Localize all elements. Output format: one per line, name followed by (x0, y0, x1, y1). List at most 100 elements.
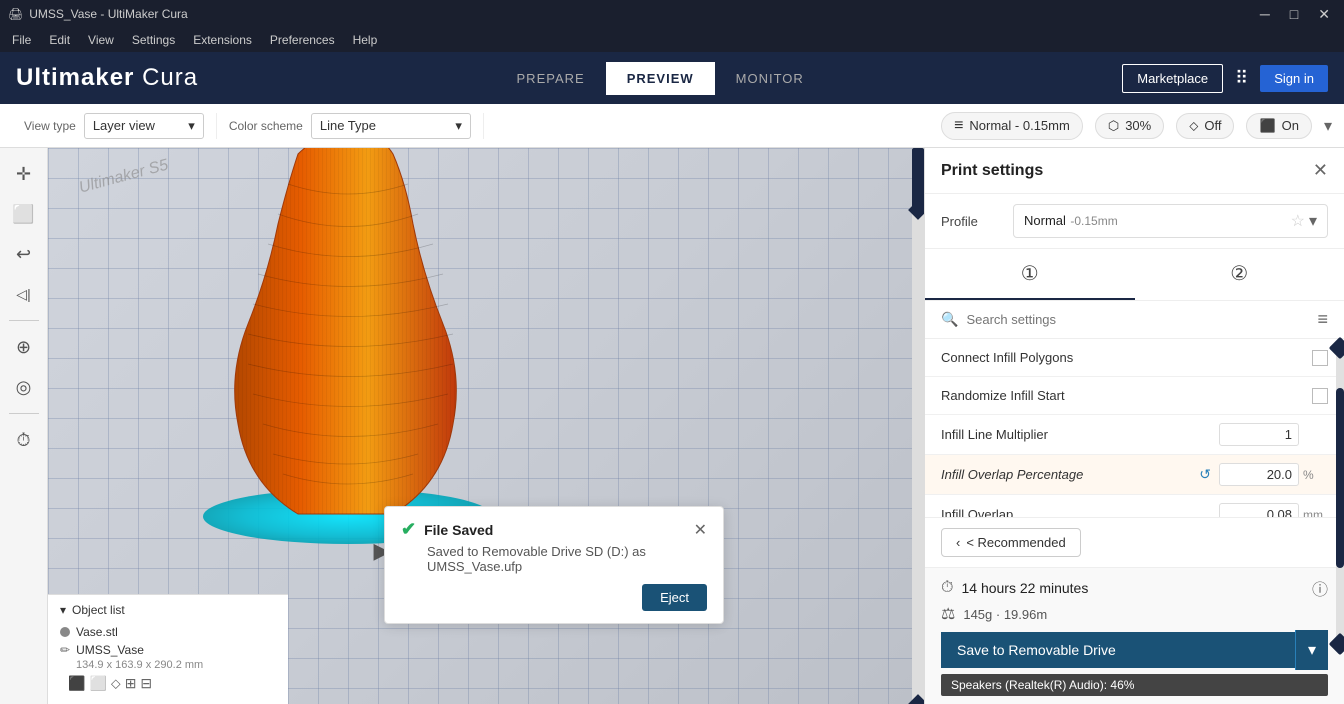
tab-preview[interactable]: PREVIEW (606, 62, 715, 95)
save-to-drive-button[interactable]: Save to Removable Drive (941, 632, 1295, 668)
view-button[interactable]: ◎ (6, 369, 42, 405)
file-saved-notification: ✔ File Saved ✕ Saved to Removable Drive … (384, 506, 724, 624)
coverage-pill[interactable]: ⬡ 30% (1095, 113, 1164, 139)
logo: Ultimaker Cura (16, 64, 198, 92)
panel-close-button[interactable]: ✕ (1313, 160, 1328, 181)
profile-pill[interactable]: ≡ Normal - 0.15mm (941, 112, 1083, 140)
recommended-button[interactable]: ‹ < Recommended (941, 528, 1081, 557)
checkbox-randomize-infill[interactable] (1312, 388, 1328, 404)
menu-view[interactable]: View (80, 31, 122, 49)
print-time: 14 hours 22 minutes (961, 580, 1304, 596)
setting-value-connect-infill (1312, 350, 1328, 366)
eject-button[interactable]: Eject (642, 584, 707, 611)
setting-row-infill-overlap-pct: Infill Overlap Percentage ↺ % (925, 455, 1344, 495)
menu-lines-icon[interactable]: ≡ (1317, 309, 1328, 330)
input-infill-overlap[interactable] (1219, 503, 1299, 517)
tab-monitor[interactable]: MONITOR (715, 62, 825, 95)
zoom-in-button[interactable]: ⊕ (6, 329, 42, 365)
chevron-left-icon: ‹ (956, 535, 960, 550)
menu-extensions[interactable]: Extensions (185, 31, 260, 49)
adhesion-pill[interactable]: ⬛ On (1246, 113, 1312, 139)
duplicate-icon[interactable]: ⊟ (140, 675, 152, 692)
window-controls: ─ □ ✕ (1254, 4, 1336, 25)
marketplace-button[interactable]: Marketplace (1122, 64, 1223, 93)
setting-name-randomize-infill: Randomize Infill Start (941, 388, 1312, 403)
title-bar: 🖨 UMSS_Vase - UltiMaker Cura ─ □ ✕ (0, 0, 1344, 28)
toolbar-right: ≡ Normal - 0.15mm ⬡ 30% ⬦ Off ⬛ On ▾ (941, 112, 1332, 140)
profile-value-wrap: Normal -0.15mm ☆ ▾ (1013, 204, 1328, 238)
support-pill[interactable]: ⬦ Off (1176, 113, 1234, 139)
panel-tabs: ① ② (925, 249, 1344, 301)
add-object-button[interactable]: ✛ (6, 156, 42, 192)
color-scheme-group: Color scheme Line Type ▾ (217, 113, 484, 139)
tab-prepare[interactable]: PREPARE (496, 62, 606, 95)
sidebar-divider-1 (9, 320, 39, 321)
app-header: Ultimaker Cura PREPARE PREVIEW MONITOR M… (0, 52, 1344, 104)
layer-icon[interactable]: ⬜ (89, 675, 106, 692)
notification-close-button[interactable]: ✕ (694, 520, 707, 540)
profile-label: Profile (941, 214, 1001, 229)
notification-body: Saved to Removable Drive SD (D:) as UMSS… (401, 544, 707, 574)
color-scheme-label: Color scheme (229, 119, 303, 133)
menu-help[interactable]: Help (345, 31, 386, 49)
object-item-2: ✏ UMSS_Vase (60, 641, 276, 659)
setting-row-infill-multiplier: Infill Line Multiplier (925, 415, 1344, 455)
header-right: Marketplace ⠿ Sign in (1122, 64, 1328, 93)
input-infill-overlap-pct[interactable] (1219, 463, 1299, 486)
merge-icon[interactable]: ⊞ (125, 675, 137, 692)
setting-row-randomize-infill: Randomize Infill Start (925, 377, 1344, 415)
object-list-header[interactable]: ▾ Object list (60, 603, 276, 617)
timer-button[interactable]: ⏱ (6, 422, 42, 458)
notification-title: ✔ File Saved (401, 519, 493, 540)
select-button[interactable]: ⬜ (6, 196, 42, 232)
panel-tab-1[interactable]: ① (925, 249, 1135, 300)
setting-name-infill-overlap: Infill Overlap (941, 507, 1219, 517)
setting-value-infill-overlap-pct: ↺ % (1199, 463, 1328, 486)
mirror-button[interactable]: ◁| (6, 276, 42, 312)
panel-tab-2[interactable]: ② (1135, 249, 1344, 300)
right-scrollbar[interactable] (912, 148, 924, 704)
unit-infill-overlap-pct: % (1303, 468, 1328, 482)
collapse-icon: ▾ (60, 603, 66, 617)
info-detail-button[interactable]: ⓘ (1312, 576, 1328, 600)
bottom-info-bar: ⏱ 14 hours 22 minutes ⓘ ⚖ 145g · 19.96m … (925, 567, 1344, 704)
cube-icon[interactable]: ⬛ (68, 675, 85, 692)
object-list: ▾ Object list Vase.stl ✏ UMSS_Vase 134.9… (48, 594, 288, 704)
apps-grid-button[interactable]: ⠿ (1231, 64, 1252, 93)
star-icon[interactable]: ☆ (1291, 211, 1305, 231)
tab-1-icon: ① (1021, 261, 1039, 286)
toolbar: View type Layer view ▾ Color scheme Line… (0, 104, 1344, 148)
expand-button[interactable]: ▾ (1324, 116, 1332, 136)
viewport: Ultimaker S5 (48, 148, 924, 704)
settings-list: Connect Infill Polygons Randomize Infill… (925, 339, 1344, 517)
input-infill-multiplier[interactable] (1219, 423, 1299, 446)
maximize-button[interactable]: □ (1284, 4, 1304, 25)
support-value: Off (1204, 118, 1221, 133)
signin-button[interactable]: Sign in (1260, 65, 1328, 92)
weight-row: ⚖ 145g · 19.96m (941, 604, 1328, 624)
minimize-button[interactable]: ─ (1254, 4, 1276, 25)
chevron-right-icon[interactable]: ▾ (1309, 211, 1317, 231)
color-scheme-select[interactable]: Line Type ▾ (311, 113, 471, 139)
print-settings-panel: 1920 Print settings ✕ Profile Normal -0.… (924, 148, 1344, 704)
undo-button[interactable]: ↩ (6, 236, 42, 272)
menu-file[interactable]: File (4, 31, 39, 49)
panel-title: Print settings (941, 162, 1043, 180)
view-type-group: View type Layer view ▾ (12, 113, 217, 139)
save-dropdown-button[interactable]: ▾ (1295, 630, 1328, 670)
checkbox-connect-infill[interactable] (1312, 350, 1328, 366)
reset-infill-overlap-btn[interactable]: ↺ (1199, 466, 1211, 483)
menu-settings[interactable]: Settings (124, 31, 183, 49)
scroll-indicator[interactable] (1336, 348, 1344, 644)
profile-pill-text: Normal - 0.15mm (969, 118, 1069, 133)
close-button[interactable]: ✕ (1312, 4, 1336, 25)
menu-edit[interactable]: Edit (41, 31, 78, 49)
view-type-select[interactable]: Layer view ▾ (84, 113, 204, 139)
profile-sub: -0.15mm (1070, 214, 1117, 228)
setting-value-infill-multiplier (1219, 423, 1328, 446)
menu-preferences[interactable]: Preferences (262, 31, 343, 49)
object-name-label: UMSS_Vase (76, 643, 144, 657)
settings-search-input[interactable] (966, 312, 1309, 327)
nav-tabs: PREPARE PREVIEW MONITOR (496, 62, 825, 95)
support-obj-icon[interactable]: ⬦ (111, 675, 121, 692)
